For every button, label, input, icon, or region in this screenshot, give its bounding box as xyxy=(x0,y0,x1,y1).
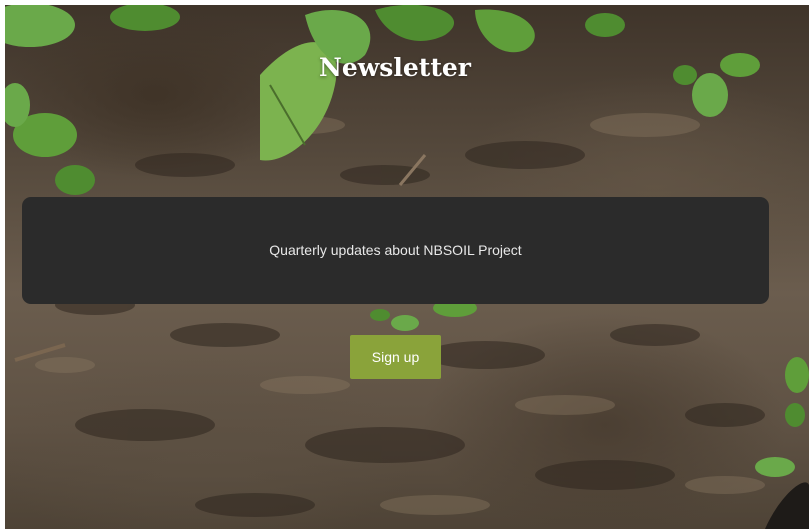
sign-up-button[interactable]: Sign up xyxy=(350,335,441,379)
newsletter-description: Quarterly updates about NBSOIL Project xyxy=(269,241,522,258)
newsletter-section: Newsletter Quarterly updates about NBSOI… xyxy=(5,5,809,529)
newsletter-description-panel: Quarterly updates about NBSOIL Project xyxy=(22,197,769,304)
newsletter-title: Newsletter xyxy=(319,53,471,82)
